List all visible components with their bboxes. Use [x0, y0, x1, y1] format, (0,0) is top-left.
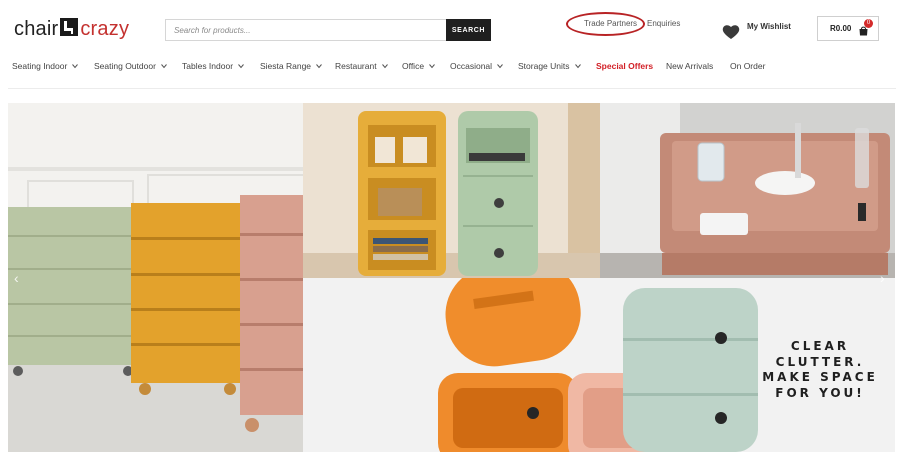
hero-image-pink-trolley [600, 103, 895, 278]
tagline-line: MAKE SPACE [762, 370, 878, 384]
tagline-line: CLEAR [790, 339, 850, 353]
nav-item-on-order[interactable]: On Order [730, 61, 765, 71]
hero-tagline: CLEAR CLUTTER. MAKE SPACE FOR YOU! [750, 339, 890, 401]
tagline-line: CLUTTER. [775, 354, 865, 369]
chevron-down-icon [238, 64, 244, 69]
trade-partners-link[interactable]: Trade Partners [584, 19, 637, 28]
nav-item-seating-outdoor[interactable]: Seating Outdoor [94, 61, 167, 71]
nav-item-restaurant[interactable]: Restaurant [335, 61, 388, 71]
nav-item-siesta-range[interactable]: Siesta Range [260, 61, 322, 71]
nav-item-occasional[interactable]: Occasional [450, 61, 503, 71]
chevron-down-icon [161, 64, 167, 69]
search-input[interactable] [165, 19, 446, 41]
chevron-down-icon [72, 64, 79, 69]
heart-icon[interactable] [722, 24, 740, 40]
chevron-down-icon [381, 64, 388, 69]
logo-text-crazy: crazy [80, 17, 130, 40]
nav-item-seating-indoor[interactable]: Seating Indoor [12, 61, 79, 71]
site-logo[interactable]: chair crazy [14, 16, 129, 42]
logo-text-chair: chair [14, 17, 59, 40]
cart-count-badge: 0 [864, 19, 873, 28]
wishlist-link[interactable]: My Wishlist [747, 22, 791, 31]
search-bar: SEARCH [165, 19, 491, 41]
cart-total: R0.00 [830, 24, 852, 33]
cart-button[interactable]: R0.00 0 [817, 16, 879, 41]
hero-image-drawer-units [8, 103, 303, 452]
chevron-down-icon [429, 64, 435, 69]
chevron-down-icon [497, 64, 503, 69]
chair-logo-icon [60, 18, 79, 36]
chevron-down-icon [574, 64, 581, 69]
slider-prev-arrow[interactable]: ‹ [14, 270, 19, 286]
site-header: chair crazy SEARCH Trade Partners Enquir… [0, 0, 902, 56]
chevron-down-icon [316, 64, 322, 69]
search-button[interactable]: SEARCH [446, 19, 491, 41]
slider-next-arrow[interactable]: › [880, 270, 885, 286]
hero-image-round-cabinets [303, 103, 600, 278]
nav-item-special-offers[interactable]: Special Offers [596, 61, 653, 71]
nav-item-tables-indoor[interactable]: Tables Indoor [182, 61, 244, 71]
main-nav: Seating Indoor Seating Outdoor Tables In… [0, 58, 902, 76]
tagline-line: FOR YOU! [775, 385, 865, 400]
nav-item-office[interactable]: Office [402, 61, 435, 71]
nav-item-new-arrivals[interactable]: New Arrivals [666, 61, 713, 71]
nav-item-storage-units[interactable]: Storage Units [518, 61, 581, 71]
nav-divider [8, 88, 896, 89]
enquiries-link[interactable]: Enquiries [647, 19, 680, 28]
